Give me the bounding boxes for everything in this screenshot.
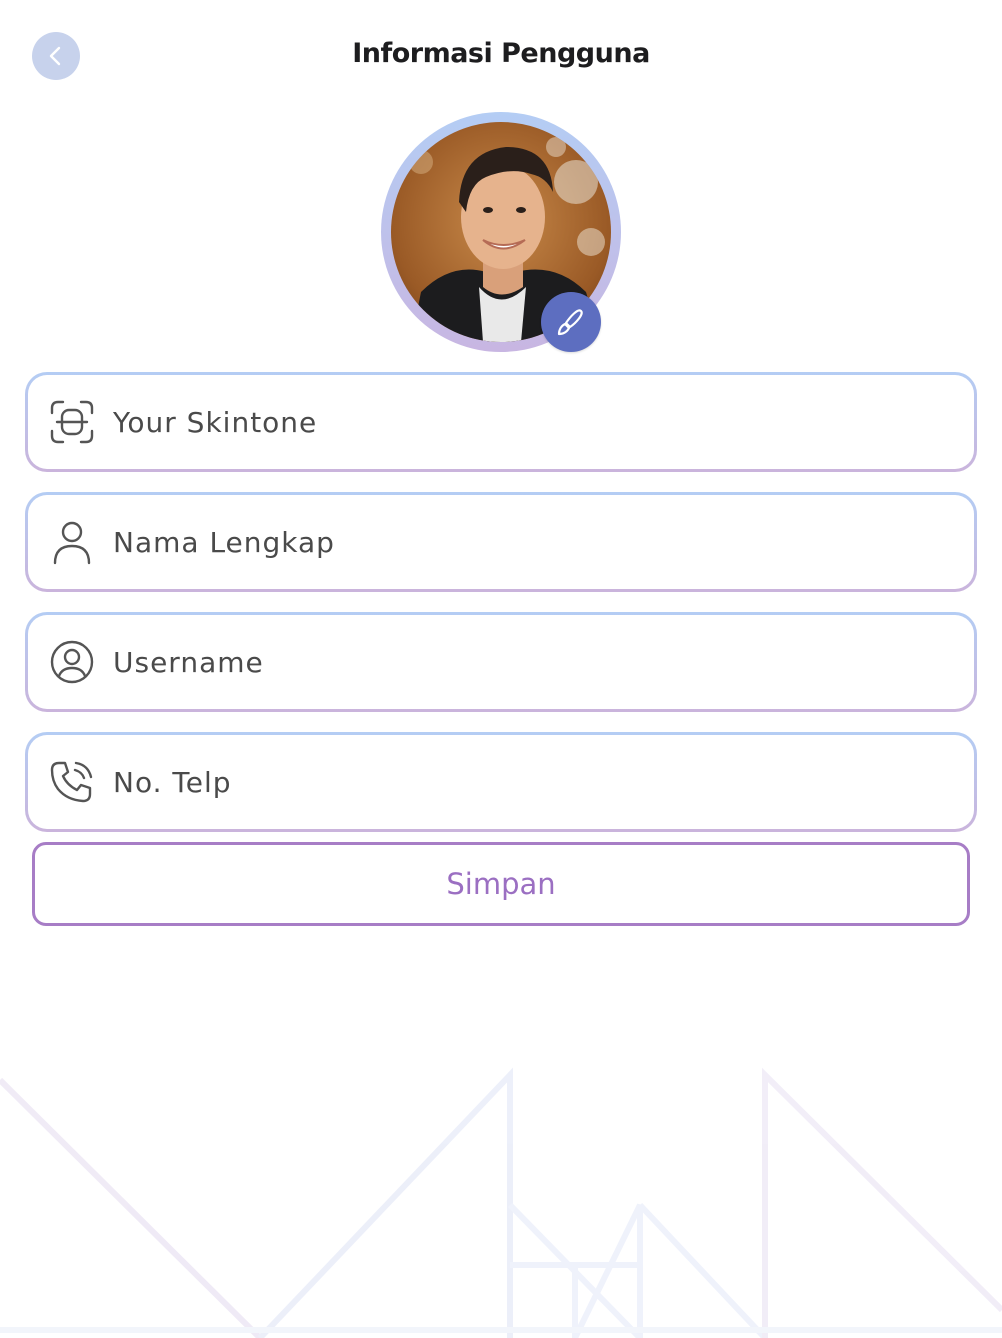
edit-avatar-button[interactable] — [541, 292, 601, 352]
page-title: Informasi Pengguna — [352, 38, 650, 69]
face-scan-icon — [48, 398, 96, 446]
full-name-input[interactable] — [113, 525, 893, 559]
username-input[interactable] — [113, 645, 893, 679]
skintone-field[interactable] — [25, 372, 977, 472]
skintone-input[interactable] — [113, 405, 893, 439]
full-name-field[interactable] — [25, 492, 977, 592]
phone-icon — [48, 758, 96, 806]
save-button[interactable]: Simpan — [32, 842, 970, 926]
user-circle-icon — [48, 638, 96, 686]
phone-field[interactable] — [25, 732, 977, 832]
phone-input[interactable] — [113, 765, 893, 799]
header: Informasi Pengguna — [0, 0, 1002, 116]
brush-icon — [557, 309, 583, 336]
background-pattern — [0, 1067, 1002, 1338]
profile-avatar-frame — [381, 112, 621, 352]
user-icon — [48, 518, 96, 566]
username-field[interactable] — [25, 612, 977, 712]
